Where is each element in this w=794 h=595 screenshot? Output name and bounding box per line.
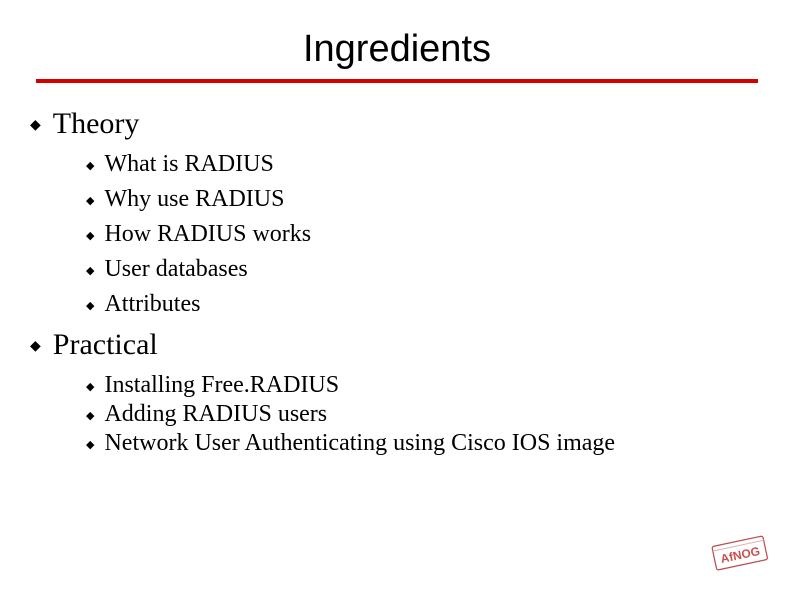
diamond-icon: ◆ [86, 196, 94, 207]
diamond-icon: ◆ [86, 161, 94, 172]
item-label: What is RADIUS [104, 151, 273, 178]
diamond-icon: ◆ [86, 382, 94, 393]
item-label: How RADIUS works [104, 221, 311, 248]
diamond-icon: ◆ [86, 266, 94, 277]
content: ◆ Theory ◆ What is RADIUS ◆ Why use RADIUS… [0, 83, 794, 457]
list-item: ◆ User databases [86, 256, 764, 283]
slide-title: Ingredients [0, 28, 794, 71]
list-item: ◆ How RADIUS works [86, 221, 764, 248]
outline-list: ◆ Theory ◆ What is RADIUS ◆ Why use RADIUS… [30, 107, 764, 457]
item-label: Installing Free.RADIUS [104, 372, 339, 399]
section-practical: ◆ Practical ◆ Installing Free.RADIUS ◆ Add… [30, 328, 764, 457]
list-item: ◆ What is RADIUS [86, 151, 764, 178]
item-label: Attributes [104, 291, 200, 318]
title-wrap: Ingredients [0, 0, 794, 71]
item-label: Adding RADIUS users [104, 401, 327, 428]
slide: Ingredients ◆ Theory ◆ What is RADIUS ◆ Wh… [0, 0, 794, 595]
list-item: ◆ Adding RADIUS users [86, 401, 764, 428]
diamond-icon: ◆ [86, 440, 94, 451]
theory-items: ◆ What is RADIUS ◆ Why use RADIUS ◆ How RAD… [86, 151, 764, 318]
list-item: ◆ Why use RADIUS [86, 186, 764, 213]
practical-items: ◆ Installing Free.RADIUS ◆ Adding RADIUS u… [86, 372, 764, 457]
diamond-icon: ◆ [30, 119, 41, 133]
item-label: User databases [104, 256, 247, 283]
afnog-logo: AfNOG [710, 533, 770, 575]
list-item: ◆ Attributes [86, 291, 764, 318]
diamond-icon: ◆ [86, 301, 94, 312]
item-label: Why use RADIUS [104, 186, 284, 213]
list-item: ◆ Installing Free.RADIUS [86, 372, 764, 399]
item-label: Network User Authenticating using Cisco … [104, 430, 615, 457]
list-item: ◆ Network User Authenticating using Cisco… [86, 430, 764, 457]
section-label: Practical [53, 328, 158, 362]
diamond-icon: ◆ [86, 231, 94, 242]
diamond-icon: ◆ [30, 340, 41, 354]
section-theory: ◆ Theory ◆ What is RADIUS ◆ Why use RADIUS… [30, 107, 764, 318]
diamond-icon: ◆ [86, 411, 94, 422]
section-label: Theory [53, 107, 140, 141]
